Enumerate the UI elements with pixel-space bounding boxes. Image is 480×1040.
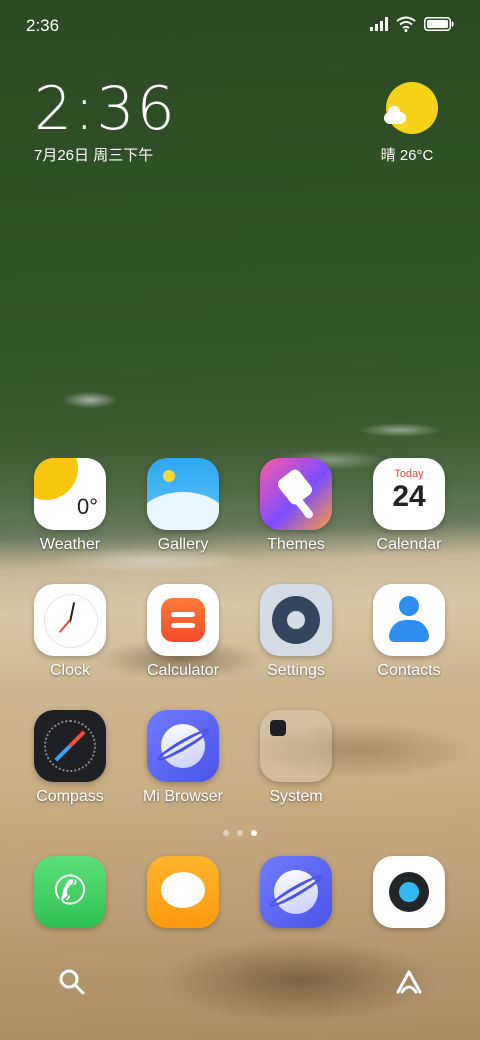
folder-icon <box>260 710 332 782</box>
app-label: Calculator <box>146 662 220 679</box>
app-contacts[interactable]: Contacts <box>359 584 459 680</box>
signal-icon <box>370 17 388 31</box>
app-weather[interactable]: 0° Weather <box>20 458 120 554</box>
app-label: Contacts <box>377 662 441 679</box>
dock-browser[interactable] <box>246 856 346 928</box>
app-label: Settings <box>267 662 325 679</box>
camera-icon <box>373 856 445 928</box>
app-compass[interactable]: Compass <box>20 710 120 806</box>
calculator-icon <box>147 584 219 656</box>
compass-icon <box>34 710 106 782</box>
clock-widget[interactable]: 2:36 7月26日 周三下午 <box>34 78 177 165</box>
gear-icon <box>260 584 332 656</box>
page-dot-active <box>251 830 257 836</box>
gallery-icon <box>147 458 219 530</box>
app-calculator[interactable]: Calculator <box>133 584 233 680</box>
clock-icon <box>34 584 106 656</box>
app-gallery[interactable]: Gallery <box>133 458 233 554</box>
page-dot <box>223 830 229 836</box>
battery-icon <box>424 17 454 31</box>
calendar-icon: Today 24 <box>373 458 445 530</box>
weather-app-icon: 0° <box>34 458 106 530</box>
themes-brush-icon <box>260 458 332 530</box>
assistant-icon[interactable] <box>394 968 424 996</box>
app-mi-browser[interactable]: Mi Browser <box>133 710 233 806</box>
app-folder-system[interactable]: System <box>246 710 346 806</box>
app-label: Mi Browser <box>142 788 223 805</box>
status-bar: 2:36 <box>0 0 480 52</box>
status-time: 2:36 <box>26 16 60 35</box>
contacts-person-icon <box>373 584 445 656</box>
app-label: Compass <box>36 788 104 805</box>
app-label: Clock <box>49 662 90 679</box>
widget-time: 2:36 <box>34 74 177 144</box>
app-label: Weather <box>39 536 101 553</box>
app-settings[interactable]: Settings <box>246 584 346 680</box>
message-icon <box>147 856 219 928</box>
dock-phone[interactable]: ✆ <box>20 856 120 928</box>
widget-date: 7月26日 周三下午 <box>34 147 154 164</box>
app-themes[interactable]: Themes <box>246 458 346 554</box>
browser-planet-icon <box>147 710 219 782</box>
sun-cloud-icon <box>384 82 438 134</box>
wifi-icon <box>396 16 416 32</box>
app-label: System <box>269 788 323 805</box>
status-icons <box>370 16 454 32</box>
browser-icon <box>260 856 332 928</box>
phone-icon: ✆ <box>34 856 106 928</box>
compass-mini-icon <box>270 720 286 736</box>
dock-messages[interactable] <box>133 856 233 928</box>
search-icon[interactable] <box>58 968 86 996</box>
dock-camera[interactable] <box>359 856 459 928</box>
page-indicator <box>0 830 480 836</box>
app-clock[interactable]: Clock <box>20 584 120 680</box>
page-dot <box>237 830 243 836</box>
app-label: Calendar <box>376 536 442 553</box>
app-calendar[interactable]: Today 24 Calendar <box>359 458 459 554</box>
app-label: Gallery <box>157 536 209 553</box>
app-label: Themes <box>267 536 325 553</box>
weather-widget[interactable]: 晴 26°C <box>380 82 444 165</box>
weather-text: 晴 26°C <box>380 147 434 164</box>
